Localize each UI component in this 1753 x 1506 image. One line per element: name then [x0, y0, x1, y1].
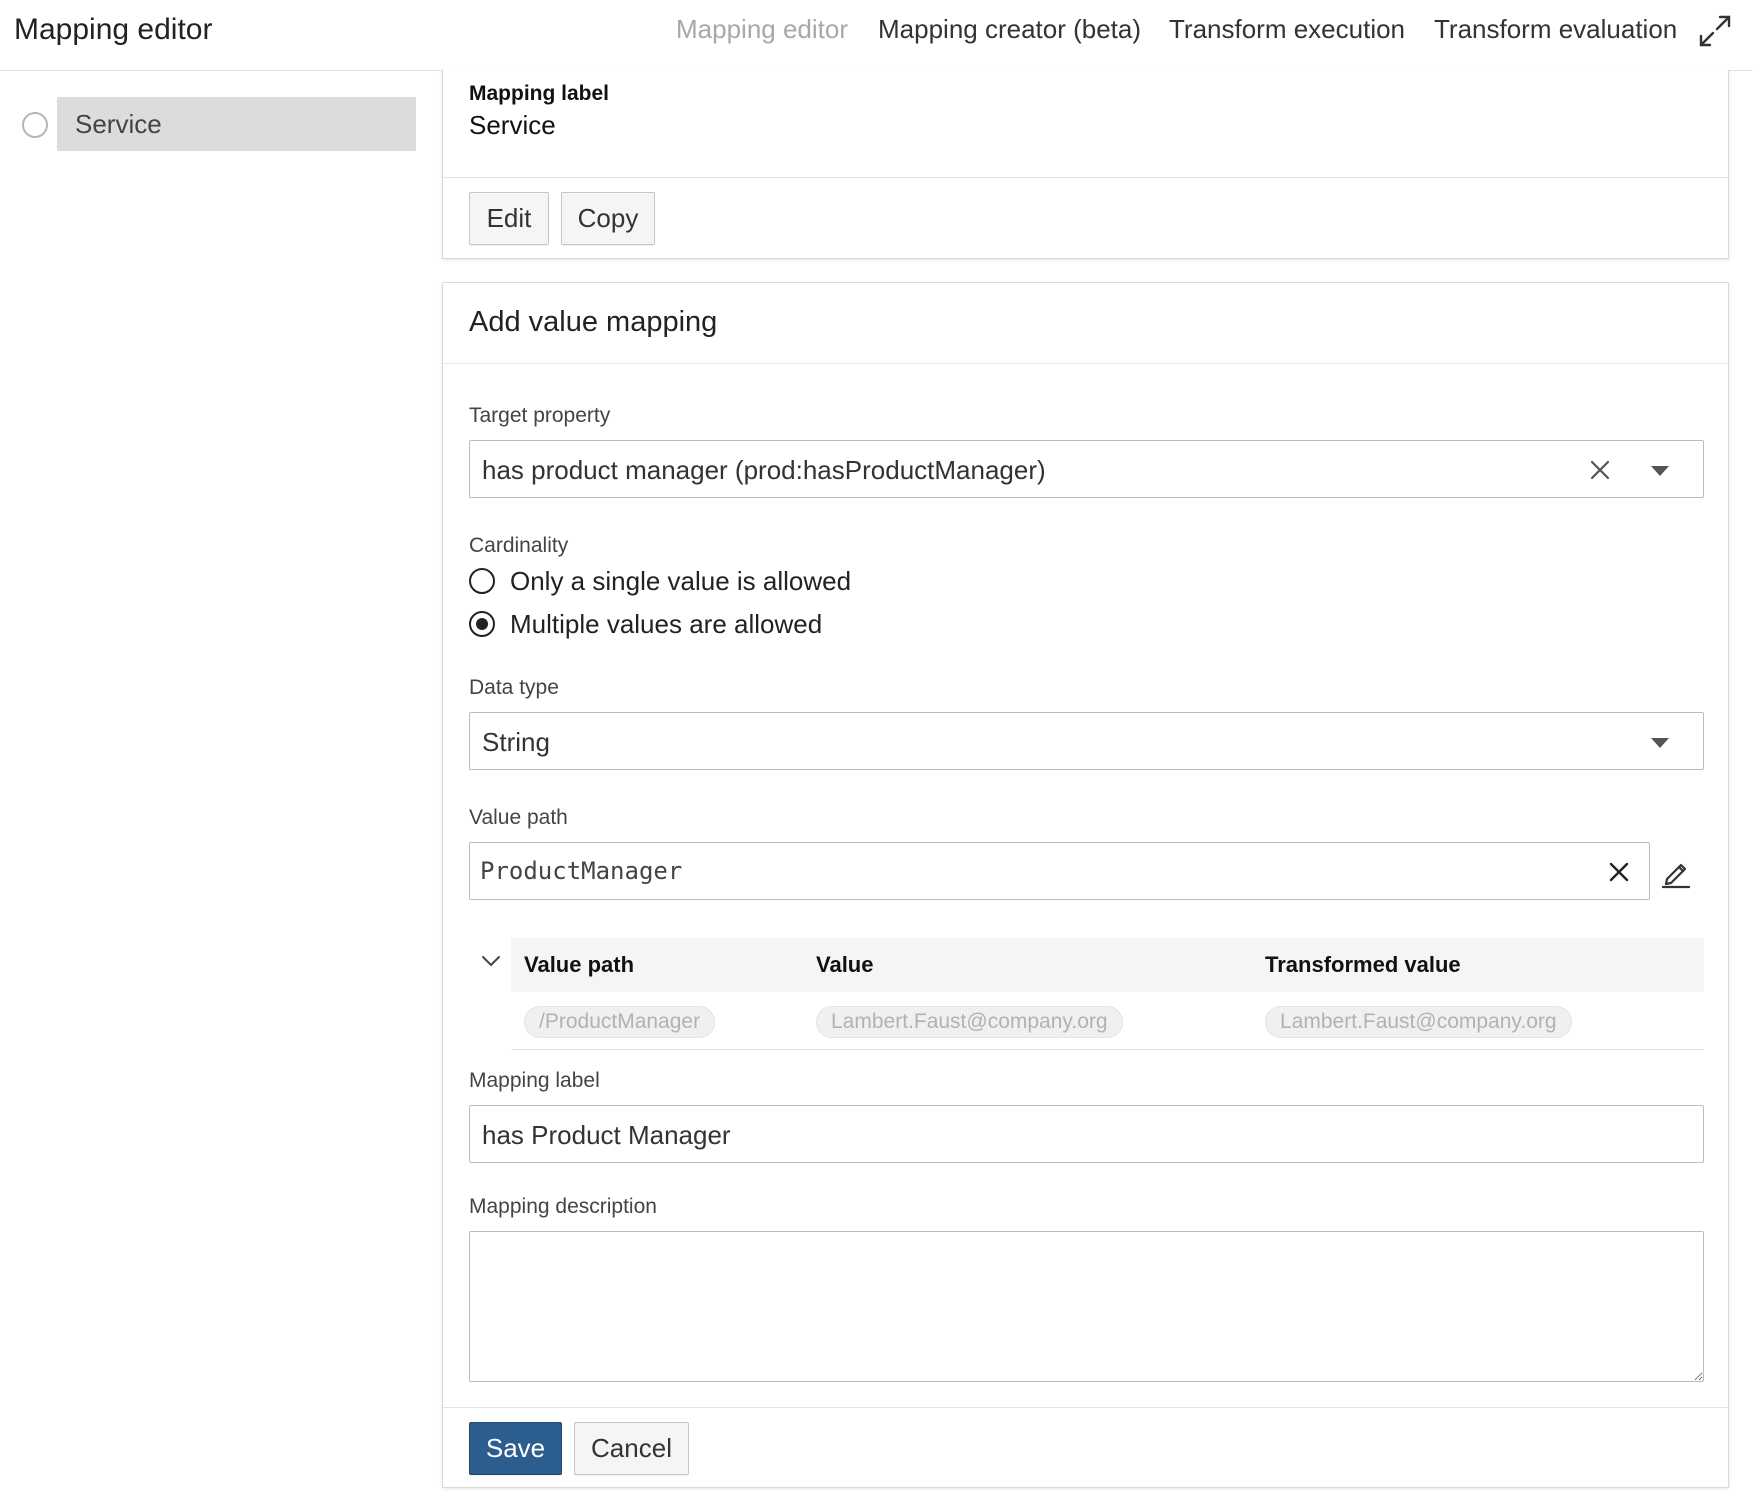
radio-label: Multiple values are allowed	[510, 609, 823, 639]
mapping-label-value: Service	[469, 110, 556, 140]
value-path-input[interactable]: ProductManager	[469, 842, 1650, 900]
transformed-value-pill: Lambert.Faust@company.org	[1265, 1006, 1572, 1038]
value-path-label: Value path	[469, 806, 568, 829]
app-title: Mapping editor	[14, 13, 213, 46]
mapping-description-label: Mapping description	[469, 1195, 657, 1218]
mapping-info-card: Mapping label Service Edit Copy	[442, 70, 1729, 259]
table-row: /ProductManager Lambert.Faust@company.or…	[511, 992, 1704, 1050]
value-pill: Lambert.Faust@company.org	[816, 1006, 1123, 1038]
divider	[443, 363, 1728, 364]
column-header-value-path: Value path	[524, 952, 635, 977]
target-property-value: has product manager (prod:hasProductMana…	[482, 455, 1046, 485]
radio-icon[interactable]	[469, 568, 495, 594]
data-type-label: Data type	[469, 676, 559, 699]
mapping-label-label: Mapping label	[469, 1069, 600, 1092]
target-property-label: Target property	[469, 404, 611, 427]
expand-icon[interactable]	[1696, 12, 1734, 50]
column-header-transformed-value: Transformed value	[1265, 952, 1461, 977]
copy-button[interactable]: Copy	[561, 192, 655, 245]
form-title: Add value mapping	[469, 306, 718, 338]
cardinality-option-multiple[interactable]: Multiple values are allowed	[469, 609, 869, 639]
tab-transform-execution[interactable]: Transform execution	[1169, 14, 1405, 45]
pencil-icon[interactable]	[1659, 855, 1693, 889]
cardinality-option-single[interactable]: Only a single value is allowed	[469, 566, 869, 596]
data-type-select[interactable]: String	[469, 712, 1704, 770]
mapping-description-textarea[interactable]	[469, 1231, 1704, 1382]
value-path-value: ProductManager	[480, 857, 683, 885]
mapping-label-input[interactable]: has Product Manager	[469, 1105, 1704, 1163]
value-path-pill: /ProductManager	[524, 1006, 716, 1038]
target-property-select[interactable]: has product manager (prod:hasProductMana…	[469, 440, 1704, 498]
sidebar-item-radio[interactable]	[22, 112, 48, 138]
preview-table-header: Value path Value Transformed value	[511, 938, 1704, 992]
add-value-mapping-card: Add value mapping Target property has pr…	[442, 282, 1729, 1488]
sidebar-item-service[interactable]: Service	[57, 97, 416, 151]
chevron-down-icon[interactable]	[479, 949, 503, 973]
tab-transform-evaluation[interactable]: Transform evaluation	[1434, 14, 1677, 45]
column-header-value: Value	[816, 952, 874, 977]
radio-label: Only a single value is allowed	[510, 566, 852, 596]
mapping-label-title: Mapping label	[469, 82, 610, 105]
caret-down-icon[interactable]	[1646, 456, 1674, 484]
clear-icon[interactable]	[1586, 456, 1614, 484]
caret-down-icon[interactable]	[1646, 728, 1674, 756]
clear-icon[interactable]	[1605, 858, 1633, 886]
tab-mapping-editor[interactable]: Mapping editor	[676, 14, 848, 45]
app-header: Mapping editor Mapping editor Mapping cr…	[0, 0, 1753, 71]
tab-mapping-creator[interactable]: Mapping creator (beta)	[878, 14, 1141, 45]
mapping-label-value: has Product Manager	[482, 1120, 731, 1150]
edit-button[interactable]: Edit	[469, 192, 549, 245]
cancel-button[interactable]: Cancel	[574, 1422, 689, 1475]
save-button[interactable]: Save	[469, 1422, 562, 1475]
data-type-value: String	[482, 727, 550, 757]
radio-checked-icon[interactable]	[469, 611, 495, 637]
cardinality-label: Cardinality	[469, 534, 569, 557]
divider	[443, 1407, 1728, 1408]
divider	[443, 177, 1728, 178]
